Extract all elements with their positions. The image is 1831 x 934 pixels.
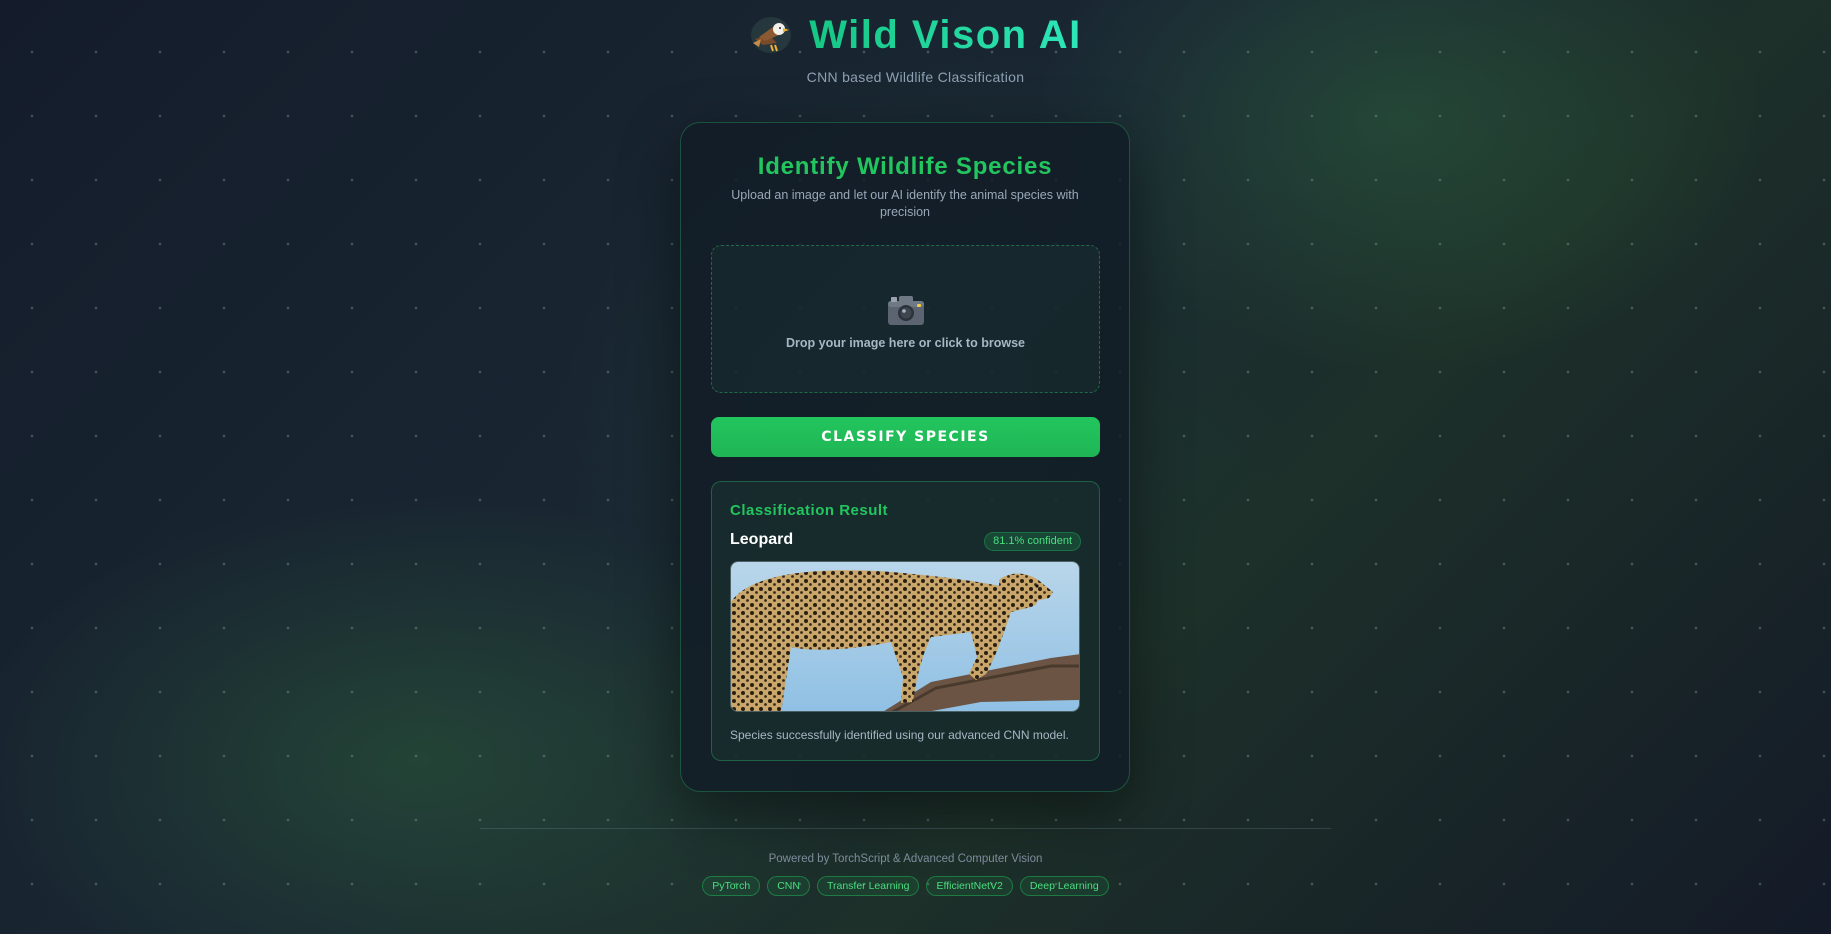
classifier-card: Identify Wildlife Species Upload an imag…: [680, 122, 1130, 792]
eagle-icon: [749, 15, 793, 55]
page-header: Wild Vison AI CNN based Wildlife Classif…: [0, 0, 1831, 85]
tag-deep-learning: Deep Learning: [1019, 876, 1109, 896]
tag-cnn: CNN: [767, 876, 810, 896]
card-subtitle: Upload an image and let our AI identify …: [731, 188, 1079, 219]
tag-efficientnetv2: EfficientNetV2: [926, 876, 1013, 896]
species-name: Leopard: [730, 531, 794, 548]
camera-icon: [887, 296, 924, 325]
tag-transfer-learning: Transfer Learning: [816, 876, 920, 896]
classify-species-button[interactable]: CLASSIFY SPECIES: [711, 417, 1100, 457]
result-heading: Classification Result: [730, 502, 889, 519]
classification-result-panel: Classification Result Leopard 81.1% conf…: [711, 481, 1100, 761]
image-dropzone[interactable]: Drop your image here or click to browse: [711, 245, 1100, 393]
result-description: Species successfully identified using ou…: [730, 728, 1069, 742]
app-title: Wild Vison AI: [809, 12, 1082, 57]
tech-tags: PyTorch CNN Transfer Learning EfficientN…: [480, 876, 1331, 896]
tag-pytorch: PyTorch: [702, 876, 761, 896]
page-footer: Powered by TorchScript & Advanced Comput…: [480, 828, 1331, 896]
app-subtitle: CNN based Wildlife Classification: [806, 69, 1025, 85]
title-row: Wild Vison AI: [0, 12, 1831, 57]
confidence-badge: 81.1% confident: [984, 532, 1081, 551]
powered-by-text: Powered by TorchScript & Advanced Comput…: [768, 853, 1043, 865]
uploaded-animal-image: [730, 561, 1080, 712]
card-title: Identify Wildlife Species: [757, 153, 1053, 180]
dropzone-text: Drop your image here or click to browse: [786, 336, 1025, 350]
